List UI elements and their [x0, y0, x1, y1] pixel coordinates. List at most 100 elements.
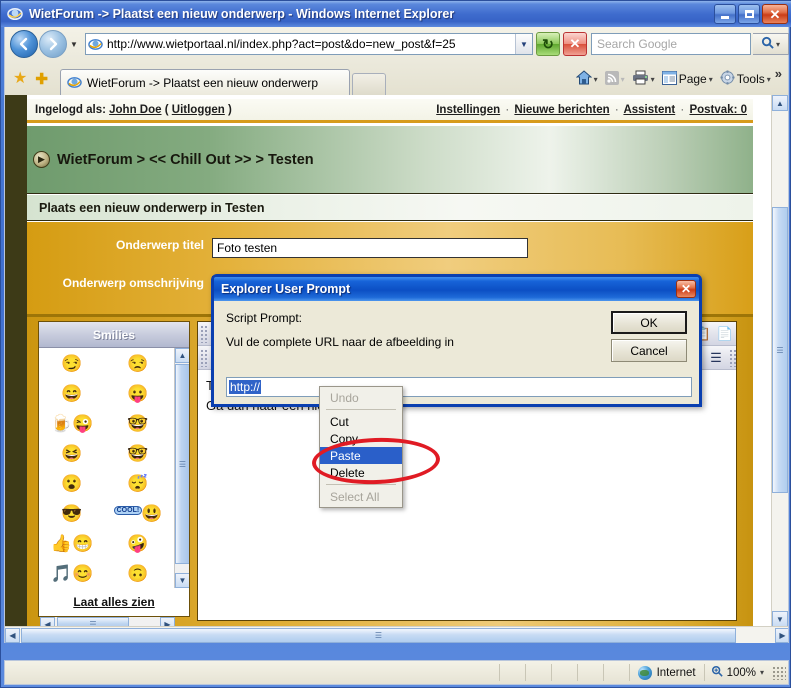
toolbar-grip-icon[interactable] — [729, 348, 736, 367]
ie-icon — [88, 37, 103, 52]
play-circle-icon: ▶ — [33, 151, 50, 168]
smiley-goofy[interactable]: 🤪 — [105, 535, 171, 552]
beer-drink-icon: 🍺😜 — [50, 413, 94, 433]
zoom-level-label: 100% — [726, 666, 756, 679]
search-button[interactable]: ▾ — [753, 33, 789, 55]
chevron-down-icon[interactable]: ▾ — [709, 75, 713, 84]
scroll-right-icon[interactable]: ▶ — [775, 627, 788, 643]
chevron-down-icon[interactable]: ▾ — [760, 668, 764, 677]
page-vertical-scrollbar[interactable]: ▲ ☰ ▼ — [771, 95, 788, 627]
dialog-close-button[interactable]: ✕ — [676, 280, 696, 298]
close-button[interactable]: ✕ — [762, 4, 788, 24]
refresh-button[interactable]: ↻ — [536, 32, 560, 56]
forum-login-bar: Ingelogd als: John Doe ( Uitloggen ) Ins… — [27, 99, 753, 123]
thumbs-up-icon: 👍😁 — [50, 533, 94, 553]
nav-link-assistent[interactable]: Assistent — [623, 104, 675, 116]
favorites-star-icon[interactable]: ★ — [13, 68, 27, 88]
address-dropdown-icon[interactable]: ▼ — [515, 34, 532, 54]
logout-link[interactable]: Uitloggen — [172, 104, 225, 116]
smiley-nerd-glasses[interactable]: 🤓 — [105, 445, 171, 462]
onderwerp-titel-input[interactable]: Foto testen — [212, 238, 528, 258]
smiley-monocle[interactable]: 🤓 — [105, 415, 171, 432]
show-all-smilies-link[interactable]: Laat alles zien — [73, 595, 154, 609]
dialog-title-bar: Explorer User Prompt ✕ — [214, 277, 699, 301]
add-favorite-plus-icon[interactable]: ✚ — [35, 70, 48, 88]
smilies-vertical-scrollbar[interactable]: ▲ ☰ ▼ — [174, 348, 189, 588]
smiley-wink[interactable]: 🙃 — [105, 565, 171, 582]
page-horizontal-scrollbar[interactable]: ◀ ☰ ▶ — [5, 626, 788, 643]
smiley-music-note[interactable]: 🎵😊 — [39, 565, 105, 582]
chevron-down-icon[interactable]: ▾ — [767, 75, 771, 84]
search-input[interactable]: Search Google — [591, 33, 751, 55]
smilies-row: 😆 🤓 — [39, 438, 189, 468]
context-menu-item-cut[interactable]: Cut — [320, 413, 402, 430]
tab-wietforum[interactable]: WietForum -> Plaatst een nieuw onderwerp — [59, 69, 350, 95]
scroll-down-icon[interactable]: ▼ — [175, 573, 189, 588]
feeds-button[interactable]: ▾ — [602, 68, 628, 90]
zoom-control[interactable]: 100% ▾ — [703, 664, 770, 681]
scroll-left-icon[interactable]: ◀ — [5, 627, 20, 643]
nav-link-postvak[interactable]: Postvak: 0 — [689, 104, 747, 116]
globe-icon — [637, 665, 652, 680]
smilies-row: 👍😁 🤪 — [39, 528, 189, 558]
nav-link-nieuwe-berichten[interactable]: Nieuwe berichten — [514, 104, 609, 116]
username-link[interactable]: John Doe — [109, 104, 161, 116]
align-center-icon[interactable]: ☰ — [705, 348, 727, 368]
context-menu-item-delete[interactable]: Delete — [320, 464, 402, 481]
tools-menu-button[interactable]: Tools ▾ — [717, 68, 774, 90]
ok-button[interactable]: OK — [611, 311, 687, 334]
tongue-icon: 😛 — [127, 383, 149, 403]
scroll-up-icon[interactable]: ▲ — [772, 95, 788, 111]
smiley-surprised[interactable]: 😮 — [39, 475, 105, 492]
smiley-unamused[interactable]: 😒 — [105, 355, 171, 372]
new-tab-button[interactable] — [351, 73, 386, 95]
breadcrumb[interactable]: WietForum > << Chill Out >> > Testen — [57, 152, 314, 168]
nav-link-instellingen[interactable]: Instellingen — [436, 104, 500, 116]
scrollbar-thumb[interactable]: ☰ — [175, 364, 189, 564]
toolbar-grip-icon[interactable] — [200, 348, 207, 367]
scroll-down-icon[interactable]: ▼ — [772, 611, 788, 627]
back-button[interactable] — [10, 30, 38, 58]
print-button[interactable]: ▾ — [629, 68, 658, 90]
address-input-value: http://www.wietportaal.nl/index.php?act=… — [107, 37, 456, 51]
forum-header-banner: ▶ WietForum > << Chill Out >> > Testen — [27, 126, 753, 194]
address-bar[interactable]: http://www.wietportaal.nl/index.php?act=… — [85, 33, 533, 55]
smiley-beer-drink[interactable]: 🍺😜 — [39, 415, 105, 432]
smiley-sleepy[interactable]: 😴 — [105, 475, 171, 492]
scroll-up-icon[interactable]: ▲ — [175, 348, 189, 363]
smiley-smoking-cool[interactable]: 😎 — [39, 505, 105, 522]
chevron-down-icon[interactable]: ▾ — [594, 75, 598, 84]
scrollbar-thumb[interactable]: ☰ — [21, 627, 736, 643]
security-zone-indicator[interactable]: Internet — [628, 664, 704, 681]
smiley-tongue[interactable]: 😛 — [105, 385, 171, 402]
toolbar-grip-icon[interactable] — [200, 324, 207, 343]
smiley-laugh[interactable]: 😆 — [39, 445, 105, 462]
search-dropdown-icon[interactable]: ▾ — [776, 40, 780, 49]
maximize-button[interactable] — [738, 4, 760, 24]
tools-menu-label: Tools — [736, 72, 765, 86]
history-dropdown-button[interactable]: ▼ — [67, 30, 81, 58]
minimize-button[interactable] — [714, 4, 736, 24]
prompt-input[interactable]: http:// — [226, 377, 692, 397]
context-menu-item-copy[interactable]: Copy — [320, 430, 402, 447]
nav-separator: · — [505, 103, 510, 116]
chevron-down-icon[interactable]: ▾ — [651, 75, 655, 84]
context-menu: Undo Cut Copy Paste Delete Select All — [319, 386, 403, 508]
cancel-button[interactable]: Cancel — [611, 339, 687, 362]
nav-separator: · — [680, 103, 685, 116]
forward-button[interactable] — [39, 30, 67, 58]
smiley-grin[interactable]: 😄 — [39, 385, 105, 402]
scrollbar-thumb[interactable]: ☰ — [772, 207, 788, 493]
chevron-down-icon: ▾ — [620, 74, 625, 84]
search-placeholder: Search Google — [597, 37, 678, 51]
paste-icon[interactable]: 📄 — [714, 324, 736, 344]
home-button[interactable]: ▾ — [573, 68, 601, 90]
page-menu-button[interactable]: Page ▾ — [659, 68, 716, 90]
smiley-thumbs-up[interactable]: 👍😁 — [39, 535, 105, 552]
smiley-cool-bubble[interactable]: COOL! 😃 — [105, 505, 171, 522]
resize-grip-icon[interactable] — [772, 665, 786, 680]
smiley-smirk[interactable]: 😏 — [39, 355, 105, 372]
stop-button[interactable]: ✕ — [563, 32, 587, 56]
context-menu-item-paste[interactable]: Paste — [320, 447, 402, 464]
overflow-chevron-icon[interactable]: » — [775, 66, 782, 81]
